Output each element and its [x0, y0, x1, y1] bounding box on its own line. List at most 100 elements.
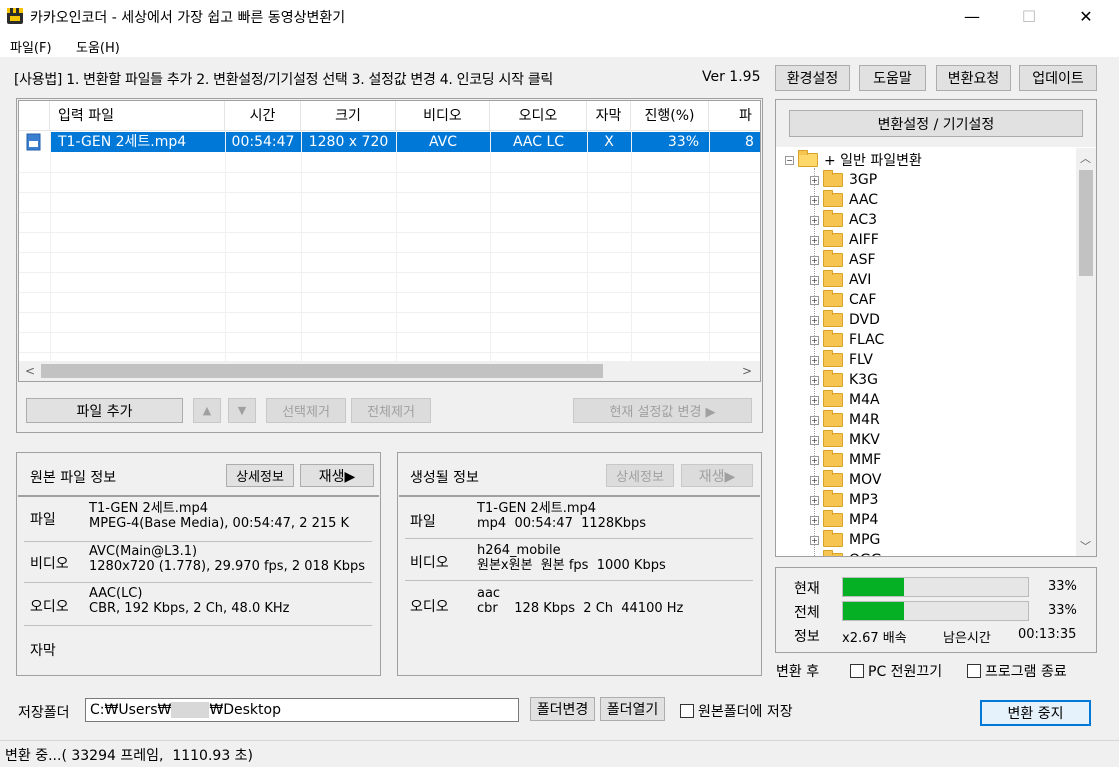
- expand-icon[interactable]: +: [810, 215, 819, 225]
- scroll-left-icon[interactable]: <: [23, 363, 37, 379]
- scrollbar-thumb[interactable]: [41, 364, 603, 378]
- column-video[interactable]: 비디오: [396, 101, 490, 131]
- tree-item[interactable]: + M4R: [810, 410, 880, 430]
- tree-item[interactable]: + OGG: [810, 550, 882, 556]
- tree-item[interactable]: + MOV: [810, 470, 881, 490]
- tree-item[interactable]: + AAC: [810, 190, 878, 210]
- expand-icon[interactable]: +: [810, 535, 819, 545]
- total-progress-bar: [842, 601, 1029, 621]
- tree-item[interactable]: +3GP: [810, 170, 877, 190]
- checkbox-box[interactable]: [850, 664, 864, 678]
- source-play-button[interactable]: 재생▶: [300, 464, 374, 487]
- maximize-button[interactable]: ☐: [1006, 0, 1052, 33]
- column-progress[interactable]: 진행(%): [631, 101, 709, 131]
- file-list[interactable]: 입력 파일 시간 크기 비디오 오디오 자막 진행(%) 파 T1-GEN 2세…: [18, 100, 761, 382]
- tree-item[interactable]: + FLAC: [810, 330, 884, 350]
- source-file-name: T1-GEN 2세트.mp4: [89, 501, 209, 516]
- source-audio-details: CBR, 192 Kbps, 2 Ch, 48.0 KHz: [89, 601, 290, 616]
- output-play-button[interactable]: 재생▶: [681, 464, 753, 487]
- tree-root[interactable]: − + 일반 파일변환: [785, 150, 922, 170]
- conversion-settings-button[interactable]: 변환설정 / 기기설정: [789, 110, 1083, 137]
- scroll-up-icon[interactable]: ︿: [1080, 150, 1091, 166]
- expand-icon[interactable]: +: [810, 355, 819, 365]
- expand-icon[interactable]: +: [810, 395, 819, 405]
- grid-line: [396, 131, 397, 361]
- update-button[interactable]: 업데이트: [1019, 65, 1097, 91]
- stop-conversion-button[interactable]: 변환 중지: [980, 700, 1091, 726]
- checkbox-box[interactable]: [680, 704, 694, 718]
- help-button[interactable]: 도움말: [859, 65, 926, 91]
- expand-icon[interactable]: +: [810, 235, 819, 245]
- tree-item[interactable]: + ASF: [810, 250, 876, 270]
- close-button[interactable]: ✕: [1063, 0, 1109, 33]
- open-folder-button[interactable]: 폴더열기: [600, 697, 665, 721]
- change-current-settings-button[interactable]: 현재 설정값 변경 ▶: [573, 398, 752, 423]
- tree-item[interactable]: + CAF: [810, 290, 876, 310]
- expand-icon[interactable]: +: [810, 175, 819, 185]
- expand-icon[interactable]: +: [810, 515, 819, 525]
- environment-settings-button[interactable]: 환경설정: [775, 65, 850, 91]
- tree-item[interactable]: + MKV: [810, 430, 880, 450]
- column-file[interactable]: 파: [709, 101, 760, 131]
- add-file-button[interactable]: 파일 추가: [26, 398, 183, 423]
- tree-item[interactable]: + AVI: [810, 270, 871, 290]
- save-folder-input[interactable]: C:₩Users₩ ₩Desktop: [85, 698, 519, 722]
- tree-item[interactable]: + K3G: [810, 370, 878, 390]
- change-folder-button[interactable]: 폴더변경: [530, 697, 595, 721]
- expand-icon[interactable]: +: [810, 435, 819, 445]
- tree-item[interactable]: + AIFF: [810, 230, 879, 250]
- expand-icon[interactable]: +: [810, 475, 819, 485]
- tree-scrollbar[interactable]: ︿ ﹀: [1076, 148, 1096, 556]
- expand-icon[interactable]: +: [810, 495, 819, 505]
- tree-item[interactable]: + AC3: [810, 210, 877, 230]
- remove-all-button[interactable]: 전체제거: [351, 398, 431, 423]
- grid-line: [709, 131, 710, 361]
- expand-icon[interactable]: +: [810, 315, 819, 325]
- move-down-button[interactable]: ▼: [228, 398, 256, 423]
- tree-item[interactable]: + MPG: [810, 530, 880, 550]
- tree-item[interactable]: + MP3: [810, 490, 878, 510]
- menu-help[interactable]: 도움(H): [76, 37, 120, 56]
- expand-icon[interactable]: +: [810, 375, 819, 385]
- tree-item[interactable]: + MMF: [810, 450, 881, 470]
- expand-icon[interactable]: +: [810, 255, 819, 265]
- scrollbar-thumb[interactable]: [1079, 170, 1093, 276]
- expand-icon[interactable]: +: [810, 275, 819, 285]
- column-audio[interactable]: 오디오: [490, 101, 587, 131]
- expand-icon[interactable]: +: [810, 415, 819, 425]
- table-row[interactable]: T1-GEN 2세트.mp4 00:54:47 1280 x 720 AVC A…: [19, 132, 760, 152]
- column-subtitle[interactable]: 자막: [587, 101, 631, 131]
- scroll-right-icon[interactable]: >: [740, 363, 754, 379]
- tree-item[interactable]: + DVD: [810, 310, 880, 330]
- remove-selected-button[interactable]: 선택제거: [266, 398, 346, 423]
- column-input-file[interactable]: 입력 파일: [50, 101, 225, 131]
- output-detail-button[interactable]: 상세정보: [606, 464, 674, 487]
- expand-icon[interactable]: +: [810, 295, 819, 305]
- tree-item[interactable]: + FLV: [810, 350, 873, 370]
- checkbox-box[interactable]: [967, 664, 981, 678]
- tree-item-label: 3GP: [849, 172, 878, 188]
- menu-file[interactable]: 파일(F): [10, 37, 52, 56]
- tree-item[interactable]: + M4A: [810, 390, 880, 410]
- expand-icon[interactable]: +: [810, 555, 819, 556]
- scroll-down-icon[interactable]: ﹀: [1080, 538, 1091, 554]
- settings-tree[interactable]: − + 일반 파일변환 +3GP + AAC + AC3 + AIFF + ASF + AVI + CA…: [777, 148, 1075, 556]
- current-progress-bar: [842, 577, 1029, 597]
- collapse-icon[interactable]: −: [785, 155, 794, 165]
- conversion-request-button[interactable]: 변환요청: [936, 65, 1011, 91]
- column-size[interactable]: 크기: [301, 101, 396, 131]
- move-up-button[interactable]: ▲: [193, 398, 221, 423]
- grid-line: [50, 131, 51, 361]
- minimize-button[interactable]: —: [949, 0, 995, 33]
- save-to-source-folder-checkbox[interactable]: 원본폴더에 저장: [680, 701, 793, 721]
- column-time[interactable]: 시간: [225, 101, 301, 131]
- expand-icon[interactable]: +: [810, 455, 819, 465]
- expand-icon[interactable]: +: [810, 335, 819, 345]
- tree-item[interactable]: + MP4: [810, 510, 878, 530]
- source-detail-button[interactable]: 상세정보: [226, 464, 294, 487]
- horizontal-scrollbar[interactable]: < >: [19, 361, 760, 381]
- expand-icon[interactable]: +: [810, 195, 819, 205]
- pc-off-checkbox[interactable]: PC 전원끄기: [850, 661, 942, 681]
- quit-program-checkbox[interactable]: 프로그램 종료: [967, 661, 1067, 681]
- output-video-codec: h264_mobile: [477, 543, 561, 558]
